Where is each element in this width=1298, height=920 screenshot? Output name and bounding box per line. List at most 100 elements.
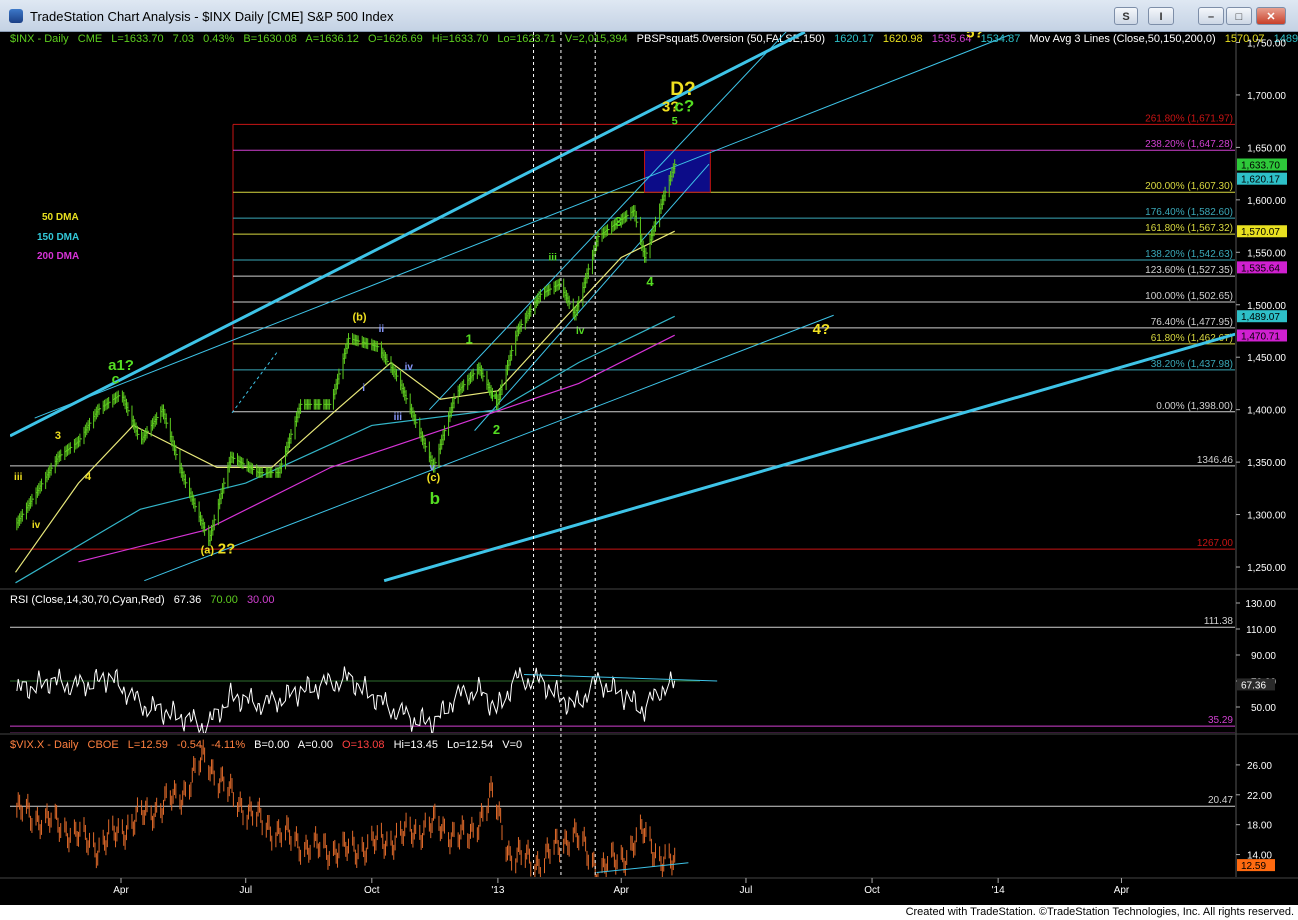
fib-level-label: 38.20% (1,437.98) (1151, 359, 1233, 370)
price-tick-label: 1,750.00 (1247, 38, 1286, 49)
header-high: Hi=1633.70 (432, 33, 489, 45)
header-ind-v1: 1620.17 (834, 33, 874, 45)
fib-level-label: 200.00% (1,607.30) (1145, 181, 1233, 192)
footer-text: Created with TradeStation. ©TradeStation… (905, 906, 1294, 918)
header-low: Lo=1623.71 (497, 33, 555, 45)
wave-label: iii (549, 253, 558, 264)
fib-level-label: 0.00% (1,398.00) (1156, 401, 1233, 412)
window-title: TradeStation Chart Analysis - $INX Daily… (30, 9, 394, 24)
vix-change: -0.54 (177, 739, 202, 751)
rsi-tick-label: 130.00 (1245, 599, 1276, 610)
price-value-tag-text: 1,470.71 (1241, 331, 1280, 342)
wave-label: (c) (427, 472, 441, 484)
minimize-button[interactable]: – (1198, 7, 1224, 25)
wave-label: (a) (201, 544, 215, 556)
price-value-tag-text: 1,633.70 (1241, 160, 1280, 171)
legend-50dma: 50 DMA (42, 212, 79, 223)
time-tick-label: Oct (364, 885, 380, 896)
tradestation-app-icon (9, 9, 23, 23)
s-button[interactable]: S (1114, 7, 1138, 25)
support-level-label: 1267.00 (1197, 538, 1234, 549)
wave-label: 2? (218, 540, 236, 557)
header-ind-v2: 1620.98 (883, 33, 923, 45)
rsi-value: 67.36 (174, 594, 202, 606)
rsi-os: 30.00 (247, 594, 275, 606)
time-tick-label: Apr (613, 885, 629, 896)
price-tick-label: 1,350.00 (1247, 458, 1286, 469)
rsi-level-label: 111.38 (1204, 616, 1234, 627)
fib-level-label: 261.80% (1,671.97) (1145, 113, 1233, 124)
fib-level-label: 161.80% (1,567.32) (1145, 223, 1233, 234)
rsi-tick-label: 90.00 (1251, 651, 1276, 662)
vix-bid: B=0.00 (254, 739, 289, 751)
rsi-tick-label: 50.00 (1251, 703, 1276, 714)
header-ask: A=1636.12 (305, 33, 359, 45)
i-button[interactable]: I (1148, 7, 1174, 25)
header-last: L=1633.70 (111, 33, 163, 45)
rsi-value-tag-text: 67.36 (1241, 680, 1266, 691)
fib-level-label: 100.00% (1,502.65) (1145, 291, 1233, 302)
vix-low: Lo=12.54 (447, 739, 493, 751)
price-value-tag-text: 1,620.17 (1241, 175, 1280, 186)
vix-ask: A=0.00 (298, 739, 333, 751)
time-tick-label: Apr (113, 885, 129, 896)
fib-level-label: 123.60% (1,527.35) (1145, 265, 1233, 276)
vix-last: L=12.59 (128, 739, 168, 751)
footer: Created with TradeStation. ©TradeStation… (0, 905, 1298, 920)
price-tick-label: 1,650.00 (1247, 143, 1286, 154)
wave-label: iv (405, 362, 414, 373)
fib-level-label: 238.20% (1,647.28) (1145, 139, 1233, 150)
wave-label: iv (576, 326, 585, 337)
wave-label: i (362, 383, 365, 394)
fib-level-label: 138.20% (1,542.63) (1145, 249, 1233, 260)
price-tick-label: 1,700.00 (1247, 91, 1286, 102)
header-pct: 0.43% (203, 33, 234, 45)
price-value-tag-text: 1,570.07 (1241, 227, 1280, 238)
wave-label: 3 (615, 214, 622, 229)
rsi-header: RSI (Close,14,30,70,Cyan,Red) 67.36 70.0… (10, 594, 274, 606)
fib-level-label: 176.40% (1,582.60) (1145, 207, 1233, 218)
wave-label: 5? (966, 32, 984, 41)
wave-label: 3 (55, 430, 61, 442)
fib-level-label: 76.40% (1,477.95) (1151, 317, 1233, 328)
support-level-label: 1346.46 (1197, 455, 1234, 466)
time-tick-label: Jul (740, 885, 753, 896)
wave-label: D? (670, 79, 695, 100)
wave-label: 4 (646, 274, 654, 289)
maximize-button[interactable]: □ (1226, 7, 1252, 25)
wave-label: iv (32, 520, 41, 531)
vix-high: Hi=13.45 (394, 739, 438, 751)
window-titlebar: TradeStation Chart Analysis - $INX Daily… (0, 0, 1298, 32)
chart-area[interactable]: $INX - Daily CME L=1633.70 7.03 0.43% B=… (0, 32, 1298, 905)
rsi-level-label: 35.29 (1208, 715, 1233, 726)
price-tick-label: 1,550.00 (1247, 248, 1286, 259)
vix-pct: -4.11% (211, 739, 245, 751)
price-value-tag-text: 1,489.07 (1241, 312, 1280, 323)
time-tick-label: Oct (864, 885, 880, 896)
time-tick-label: Apr (1114, 885, 1130, 896)
vix-level-label: 20.47 (1208, 795, 1233, 806)
vix-tick-label: 26.00 (1247, 761, 1272, 772)
rsi-label: RSI (Close,14,30,70,Cyan,Red) (10, 594, 165, 606)
wave-label: ii (379, 324, 385, 335)
time-tick-label: '13 (491, 885, 504, 896)
vix-tick-label: 22.00 (1247, 791, 1272, 802)
wave-label: b (430, 489, 440, 508)
legend-150dma: 150 DMA (37, 232, 79, 243)
price-header: $INX - Daily CME L=1633.70 7.03 0.43% B=… (10, 33, 1298, 45)
vix-volume: V=0 (502, 739, 522, 751)
wave-label: 5 (672, 115, 678, 127)
header-exchange: CME (78, 33, 102, 45)
header-volume: V=2,015,394 (565, 33, 628, 45)
rsi-tick-label: 110.00 (1246, 625, 1276, 636)
header-open: O=1626.69 (368, 33, 423, 45)
time-tick-label: Jul (239, 885, 252, 896)
header-bid: B=1630.08 (243, 33, 297, 45)
wave-label: (b) (352, 311, 366, 323)
vix-symbol: $VIX.X - Daily (10, 739, 79, 751)
price-tick-label: 1,500.00 (1247, 301, 1286, 312)
header-mov-avg: Mov Avg 3 Lines (Close,50,150,200,0) (1029, 33, 1215, 45)
price-tick-label: 1,400.00 (1247, 406, 1286, 417)
vix-value-tag-text: 12.59 (1241, 861, 1266, 872)
close-button[interactable]: ✕ (1256, 7, 1286, 25)
